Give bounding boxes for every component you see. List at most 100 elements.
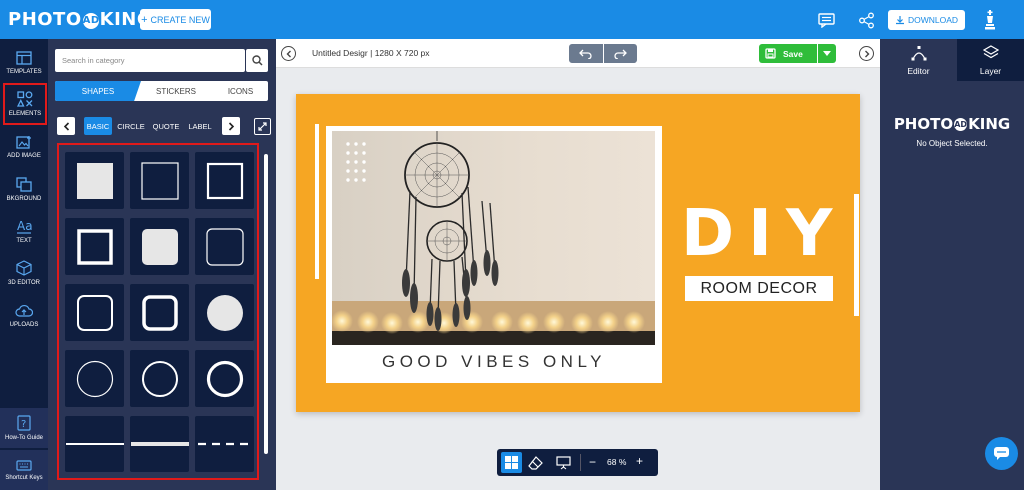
templates-icon xyxy=(16,51,32,65)
panel-scrollbar[interactable] xyxy=(264,154,268,454)
collapse-right-panel-button[interactable] xyxy=(859,46,874,61)
nav-3d-editor[interactable]: 3D EDITOR xyxy=(0,252,48,294)
save-label: Save xyxy=(783,48,803,59)
shape-medium-circle[interactable] xyxy=(130,350,189,407)
zoom-out-button[interactable]: − xyxy=(589,455,596,469)
shape-medium-rounded-square[interactable] xyxy=(65,284,124,341)
design-artboard[interactable]: GOOD VIBES ONLY DIY ROOM DECOR xyxy=(296,94,860,412)
logo-badge: AD xyxy=(954,118,968,131)
text-icon: Aa xyxy=(17,219,32,234)
eraser-icon xyxy=(528,455,543,470)
shape-thick-circle[interactable] xyxy=(195,350,254,407)
shape-thin-line[interactable] xyxy=(65,416,124,472)
tab-icons[interactable]: ICONS xyxy=(213,81,268,101)
nav-label: TEMPLATES xyxy=(6,69,42,75)
nav-templates[interactable]: TEMPLATES xyxy=(0,42,48,84)
logo-text-left: PHOTO xyxy=(893,115,954,133)
svg-text:?: ? xyxy=(21,419,26,430)
shape-thin-circle[interactable] xyxy=(65,350,124,407)
help-guide-icon: ? xyxy=(17,415,31,431)
tagline-text[interactable]: GOOD VIBES ONLY xyxy=(326,352,662,372)
caret-down-icon xyxy=(823,51,831,56)
save-icon xyxy=(765,48,776,59)
zoom-in-button[interactable]: + xyxy=(636,454,643,468)
search-icon xyxy=(251,55,263,66)
top-bar: PHOTOADKING + CREATE NEW DOWNLOAD xyxy=(0,0,1024,39)
selection-status: No Object Selected. xyxy=(916,139,988,148)
logo-badge: AD xyxy=(82,13,99,29)
chevron-left-icon xyxy=(63,121,69,131)
nav-elements[interactable]: ELEMENTS xyxy=(3,83,47,125)
tab-shapes[interactable]: SHAPES xyxy=(55,81,141,101)
search-button[interactable] xyxy=(246,49,268,72)
nav-text[interactable]: Aa TEXT xyxy=(0,210,48,252)
right-panel-logo: PHOTOADKING xyxy=(880,115,1024,133)
subtab-circle[interactable]: CIRCLE xyxy=(116,117,146,135)
undo-button[interactable] xyxy=(569,44,604,63)
headline-text[interactable]: DIY xyxy=(681,202,841,266)
nav-label: TEXT xyxy=(16,237,32,244)
presentation-icon xyxy=(556,455,571,469)
dreamcatcher-photo[interactable] xyxy=(332,131,655,345)
presentation-button[interactable] xyxy=(555,454,572,471)
tab-stickers[interactable]: STICKERS xyxy=(139,81,213,101)
expand-panel-button[interactable] xyxy=(254,118,271,135)
shape-filled-rounded-square[interactable] xyxy=(130,218,189,275)
shape-thin-rounded-square[interactable] xyxy=(195,218,254,275)
chevron-right-icon xyxy=(864,50,869,57)
save-button[interactable]: Save xyxy=(759,44,836,63)
nav-uploads[interactable]: UPLOADS xyxy=(0,295,48,337)
shape-filled-circle[interactable] xyxy=(195,284,254,341)
photo-frame[interactable]: GOOD VIBES ONLY xyxy=(326,126,662,383)
create-new-label: CREATE NEW xyxy=(150,14,210,25)
nav-label: ELEMENTS xyxy=(8,111,42,117)
share-icon[interactable] xyxy=(856,10,876,30)
logo-text-left: PHOTO xyxy=(8,9,82,30)
nav-label: How-To Guide xyxy=(4,435,43,441)
shape-thick-square[interactable] xyxy=(65,218,124,275)
shape-dashed-line[interactable] xyxy=(195,416,254,472)
shape-thick-line[interactable] xyxy=(130,416,189,472)
subtab-next-button[interactable] xyxy=(222,117,240,135)
logo-text-right: KING xyxy=(968,115,1011,133)
tab-editor[interactable]: Editor xyxy=(880,39,957,81)
subhead-label[interactable]: ROOM DECOR xyxy=(685,276,833,301)
subtab-label[interactable]: LABEL xyxy=(186,117,214,135)
tab-layer[interactable]: Layer xyxy=(957,39,1024,81)
save-options-button[interactable] xyxy=(817,44,836,63)
shapes-grid xyxy=(57,143,259,480)
shape-thin-square[interactable] xyxy=(130,152,189,209)
subtab-quote[interactable]: QUOTE xyxy=(151,117,181,135)
create-new-button[interactable]: + CREATE NEW xyxy=(140,9,211,30)
upload-icon xyxy=(15,305,33,317)
add-image-icon xyxy=(16,136,31,149)
chevron-right-icon xyxy=(228,121,234,131)
chat-button[interactable] xyxy=(985,437,1018,470)
nav-add-image[interactable]: ADD IMAGE xyxy=(0,126,48,168)
nav-shortcuts[interactable]: Shortcut Keys xyxy=(0,450,48,490)
search-input[interactable]: Search in category xyxy=(55,49,245,72)
elements-panel: Search in category SHAPES STICKERS ICONS… xyxy=(48,39,276,490)
redo-button[interactable] xyxy=(604,44,638,63)
tab-layer-label: Layer xyxy=(979,65,1002,76)
feedback-icon[interactable] xyxy=(816,10,836,30)
editor-icon xyxy=(911,45,926,60)
chess-king-icon[interactable] xyxy=(980,10,1000,30)
shape-filled-square[interactable] xyxy=(65,152,124,209)
shape-medium-square[interactable] xyxy=(195,152,254,209)
subtab-basic[interactable]: BASIC xyxy=(84,117,112,135)
nav-background[interactable]: BKGROUND xyxy=(0,168,48,210)
decor-bar-right[interactable] xyxy=(854,194,859,316)
subtab-prev-button[interactable] xyxy=(57,117,75,135)
grid-view-button[interactable] xyxy=(501,452,522,473)
3d-editor-icon xyxy=(16,260,32,276)
document-name[interactable]: Untitled Desigr | 1280 X 720 px xyxy=(312,48,430,58)
chevron-left-icon xyxy=(286,50,291,57)
decor-bar-left[interactable] xyxy=(315,124,319,279)
nav-howto[interactable]: ? How-To Guide xyxy=(0,408,48,448)
eraser-button[interactable] xyxy=(527,454,544,471)
app-logo[interactable]: PHOTOADKING xyxy=(8,9,152,30)
download-button[interactable]: DOWNLOAD xyxy=(888,10,965,30)
shape-thick-rounded-square[interactable] xyxy=(130,284,189,341)
collapse-panel-button[interactable] xyxy=(281,46,296,61)
